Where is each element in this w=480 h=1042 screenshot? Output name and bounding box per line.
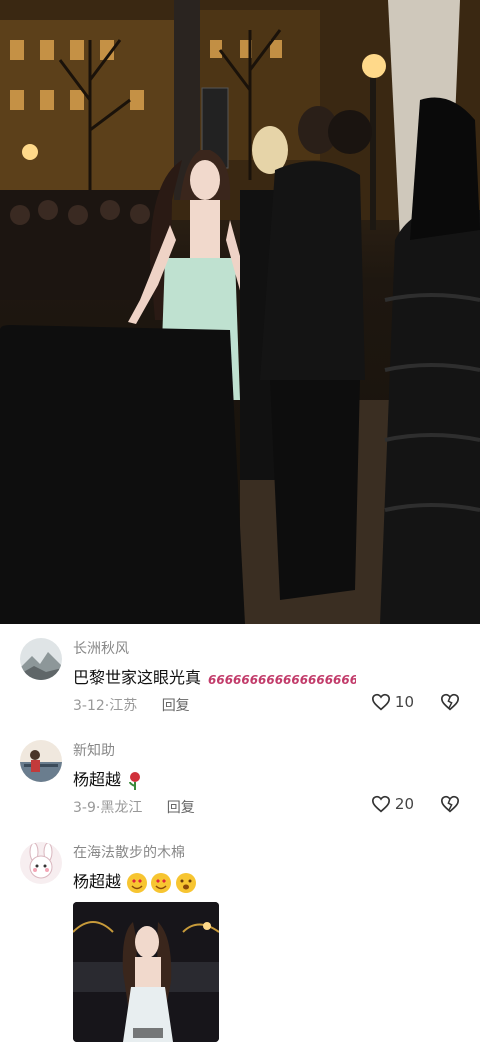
- dislike-button[interactable]: [440, 795, 460, 817]
- comments-section: 长洲秋风 巴黎世家这眼光真 666 666 666 666 666 666 3-12·江…: [0, 624, 480, 1042]
- avatar[interactable]: [20, 842, 62, 884]
- avatar-figure-icon: [20, 740, 62, 782]
- comment-location: 黑龙江: [100, 800, 143, 816]
- like-count: 10: [394, 693, 414, 711]
- svg-text:666: 666: [233, 673, 258, 687]
- comment-text: 杨超越: [73, 766, 144, 791]
- 666-emoji-icon: 666 666 666 666 666 666: [208, 673, 356, 687]
- comment-username[interactable]: 长洲秋风: [73, 638, 129, 658]
- avatar-bunny-icon: [20, 842, 62, 884]
- svg-text:666: 666: [258, 673, 283, 687]
- heart-icon: [371, 693, 390, 711]
- comment-photo: [73, 902, 219, 1042]
- comment-text: 巴黎世家这眼光真 666 666 666 666 666 666: [73, 664, 356, 688]
- avatar-mountain-icon: [20, 638, 62, 680]
- comment-image[interactable]: [73, 902, 219, 1042]
- comment-meta: 3-12·江苏 回复: [73, 698, 190, 714]
- reply-button[interactable]: 回复: [167, 800, 195, 816]
- like-button[interactable]: 20: [371, 795, 414, 813]
- heart-icon: [371, 795, 390, 813]
- comment-username[interactable]: 在海法散步的木棉: [73, 842, 185, 862]
- broken-heart-icon: [440, 693, 460, 711]
- avatar[interactable]: [20, 638, 62, 680]
- comment-date: 3-9: [73, 800, 96, 816]
- dislike-button[interactable]: [440, 693, 460, 715]
- svg-text:666: 666: [333, 673, 356, 687]
- comment-username[interactable]: 新知助: [73, 740, 115, 760]
- video-frame[interactable]: [0, 0, 480, 624]
- video-scene: [0, 0, 480, 624]
- comment-location: 江苏: [109, 698, 138, 714]
- heart-eyes-emoji-icon: [127, 872, 197, 893]
- comment-meta: 3-9·黑龙江 回复: [73, 800, 195, 816]
- svg-text:666: 666: [208, 673, 233, 687]
- 666-emoji-row: 666 666 666 666 666 666: [206, 668, 356, 687]
- comment-text: 杨超越: [73, 868, 198, 894]
- svg-text:666: 666: [283, 673, 308, 687]
- rose-emoji-icon: [129, 771, 141, 790]
- like-button[interactable]: 10: [371, 693, 414, 711]
- reply-button[interactable]: 回复: [162, 698, 190, 714]
- comment-text-body: 杨超越: [73, 770, 122, 789]
- avatar[interactable]: [20, 740, 62, 782]
- broken-heart-icon: [440, 795, 460, 813]
- comment-text-body: 巴黎世家这眼光真: [73, 668, 202, 687]
- comment-date: 3-12: [73, 698, 105, 714]
- svg-text:666: 666: [308, 673, 333, 687]
- comment-text-body: 杨超越: [73, 872, 122, 891]
- like-count: 20: [394, 795, 414, 813]
